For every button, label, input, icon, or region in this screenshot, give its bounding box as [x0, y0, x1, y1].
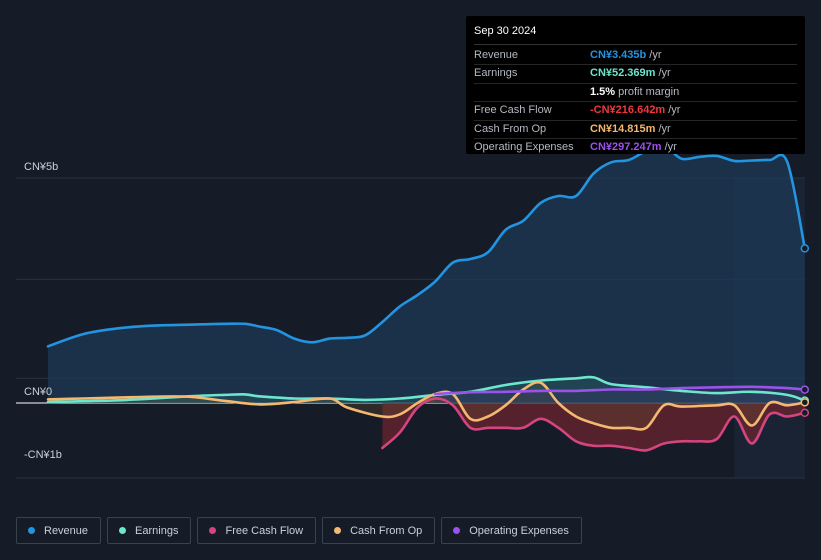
tooltip-unit: /yr — [658, 67, 671, 80]
legend-label: Earnings — [135, 524, 179, 537]
tooltip-label: Free Cash Flow — [474, 104, 552, 117]
tooltip-unit: /yr — [649, 49, 662, 61]
tooltip-value: CN¥52.369m — [590, 67, 656, 80]
tooltip-unit: profit margin — [618, 85, 680, 98]
legend-label: Revenue — [44, 524, 89, 537]
legend-label: Operating Expenses — [469, 524, 569, 537]
tooltip-label — [474, 84, 590, 101]
tooltip-row-revenue: Revenue CN¥3.435b /yr — [474, 47, 797, 66]
tooltip-unit: /yr — [664, 140, 677, 153]
free-cash-flow-end-point — [800, 408, 810, 418]
tooltip-value: CN¥14.815m — [590, 122, 656, 135]
tooltip-unit: /yr — [658, 122, 671, 135]
tooltip-label: Earnings — [474, 67, 518, 80]
tooltip-label: Cash From Op — [474, 122, 547, 135]
legend-item-free-cash-flow[interactable]: Free Cash Flow — [197, 517, 317, 544]
legend-dot-icon — [119, 527, 127, 534]
legend-dot-icon — [334, 527, 342, 534]
data-tooltip: Sep 30 2024 Revenue CN¥3.435b /yr Earnin… — [466, 16, 805, 154]
tooltip-value: -CN¥216.642m — [590, 104, 666, 117]
legend-label: Free Cash Flow — [225, 524, 304, 537]
legend-item-operating-expenses[interactable]: Operating Expenses — [441, 517, 582, 544]
operating-expenses-end-point — [800, 385, 810, 394]
tooltip-label: Operating Expenses — [474, 140, 574, 153]
tooltip-row-earnings: Earnings CN¥52.369m /yr — [474, 65, 797, 84]
tooltip-value: 1.5% — [590, 85, 616, 98]
tooltip-date: Sep 30 2024 — [474, 24, 797, 45]
tooltip-row-operating-expenses: Operating Expenses CN¥297.247m /yr — [474, 139, 797, 156]
legend-item-cash-from-op[interactable]: Cash From Op — [322, 517, 436, 544]
tooltip-row-free-cash-flow: Free Cash Flow -CN¥216.642m /yr — [474, 102, 797, 121]
legend-dot-icon — [453, 527, 461, 534]
tooltip-label: Revenue — [474, 49, 519, 61]
legend-dot-icon — [28, 527, 35, 534]
legend-label: Cash From Op — [350, 524, 423, 537]
tooltip-row-cash-from-op: Cash From Op CN¥14.815m /yr — [474, 121, 797, 139]
revenue-end-point — [800, 244, 810, 253]
y-tick-label: -CN¥1b — [24, 449, 62, 461]
y-tick-label: CN¥5b — [24, 161, 58, 173]
tooltip-row-profit-margin: 1.5% profit margin — [474, 84, 797, 103]
legend-dot-icon — [209, 527, 217, 534]
legend-item-earnings[interactable]: Earnings — [107, 517, 192, 544]
tooltip-unit: /yr — [668, 104, 681, 117]
legend-item-revenue[interactable]: Revenue — [16, 517, 102, 544]
chart-legend: Revenue Earnings Free Cash Flow Cash Fro… — [16, 517, 582, 546]
y-tick-label: CN¥0 — [24, 386, 52, 398]
revenue-area — [48, 146, 805, 403]
cash-from-op-end-point — [800, 398, 810, 407]
tooltip-value: CN¥297.247m — [590, 140, 662, 153]
tooltip-value: CN¥3.435b — [590, 49, 647, 61]
